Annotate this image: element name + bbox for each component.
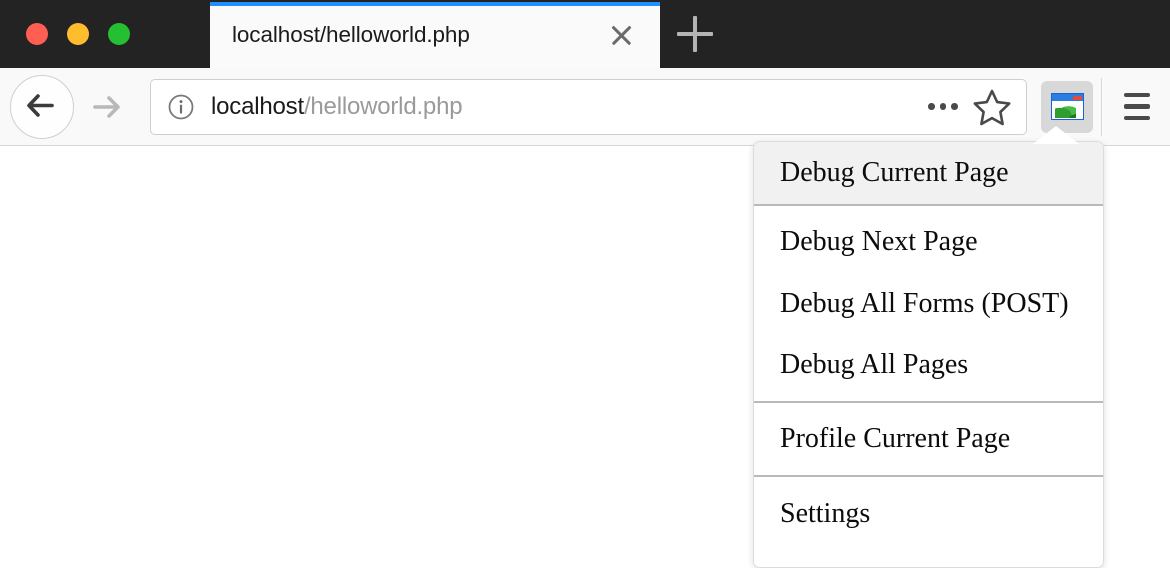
menu-group-profile: Profile Current Page — [754, 401, 1103, 476]
back-arrow-icon[interactable] — [10, 74, 74, 139]
menu-item-profile-current-page[interactable]: Profile Current Page — [754, 408, 1103, 471]
tab-title: localhost/helloworld.php — [232, 22, 470, 47]
menu-item-debug-next-page[interactable]: Debug Next Page — [754, 210, 1103, 273]
toolbar-divider — [1101, 77, 1102, 136]
popup-caret — [1033, 126, 1079, 144]
active-tab-accent-bar — [210, 2, 660, 6]
menu-item-debug-current-page[interactable]: Debug Current Page — [754, 142, 1103, 204]
browser-tab-strip: localhost/helloworld.php — [0, 0, 1170, 68]
menu-group-settings: Settings — [754, 475, 1103, 567]
ellipsis-icon[interactable] — [920, 87, 966, 127]
menu-group-debug-other: Debug Next Page Debug All Forms (POST) D… — [754, 203, 1103, 402]
window-close-button[interactable] — [26, 23, 48, 45]
address-bar[interactable]: localhost/helloworld.php — [150, 78, 1027, 135]
info-circle-icon[interactable] — [167, 93, 195, 121]
new-tab-icon[interactable] — [660, 0, 730, 68]
menu-group-debug-current: Debug Current Page — [754, 142, 1103, 204]
forward-arrow-icon — [78, 78, 136, 136]
menu-item-debug-all-forms[interactable]: Debug All Forms (POST) — [754, 272, 1103, 335]
menu-item-debug-all-pages[interactable]: Debug All Pages — [754, 334, 1103, 397]
browser-tab-active[interactable]: localhost/helloworld.php — [210, 2, 660, 68]
xdebug-helper-icon[interactable] — [1041, 80, 1093, 133]
menu-item-settings[interactable]: Settings — [754, 483, 1103, 545]
url-path: /helloworld.php — [303, 92, 463, 120]
url-host: localhost — [211, 92, 304, 120]
url-text[interactable]: localhost/helloworld.php — [211, 93, 920, 121]
hamburger-menu-icon[interactable] — [1104, 74, 1170, 140]
browser-toolbar: localhost/helloworld.php — [0, 68, 1170, 146]
browser-window-glyph — [1050, 93, 1084, 120]
extension-popup-menu: Debug Current Page Debug Next Page Debug… — [753, 141, 1104, 568]
window-zoom-button[interactable] — [108, 23, 130, 45]
close-icon[interactable] — [600, 14, 642, 56]
star-icon[interactable] — [970, 85, 1014, 129]
window-minimize-button[interactable] — [67, 23, 89, 45]
window-traffic-lights — [0, 0, 210, 68]
